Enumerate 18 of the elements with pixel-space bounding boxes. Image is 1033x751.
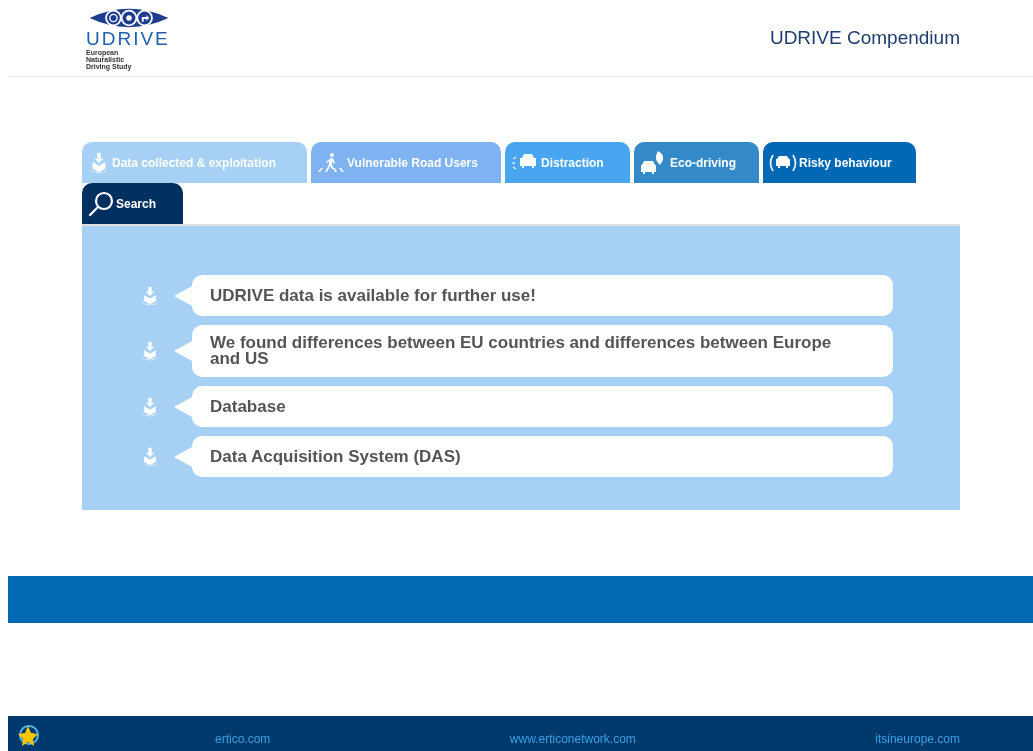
star-logo-icon[interactable] [16,724,40,748]
download-box-icon [88,150,110,175]
footer-link[interactable]: itsineurope.com [875,730,960,748]
page-title: UDRIVE Compendium [769,25,960,50]
pointer-triangle-icon [174,285,192,306]
footer-link[interactable]: www.erticonetwork.com [509,730,636,748]
pointer-triangle-icon [174,341,192,361]
tab[interactable]: Eco-driving [634,142,759,183]
tab[interactable]: Search [82,183,183,224]
pedestrian-crossing-icon [317,152,345,173]
car-radar-icon [769,152,797,173]
search-icon [88,190,114,217]
tab[interactable]: Risky behaviour [763,142,916,183]
logo-text: UDRIVE [86,28,170,49]
pointer-triangle-icon [174,396,192,417]
list-item[interactable]: We found differences between EU countries and differences between Europe and US [192,325,893,377]
footer-link[interactable]: ertico.com [215,730,271,748]
pointer-triangle-icon [174,446,192,467]
